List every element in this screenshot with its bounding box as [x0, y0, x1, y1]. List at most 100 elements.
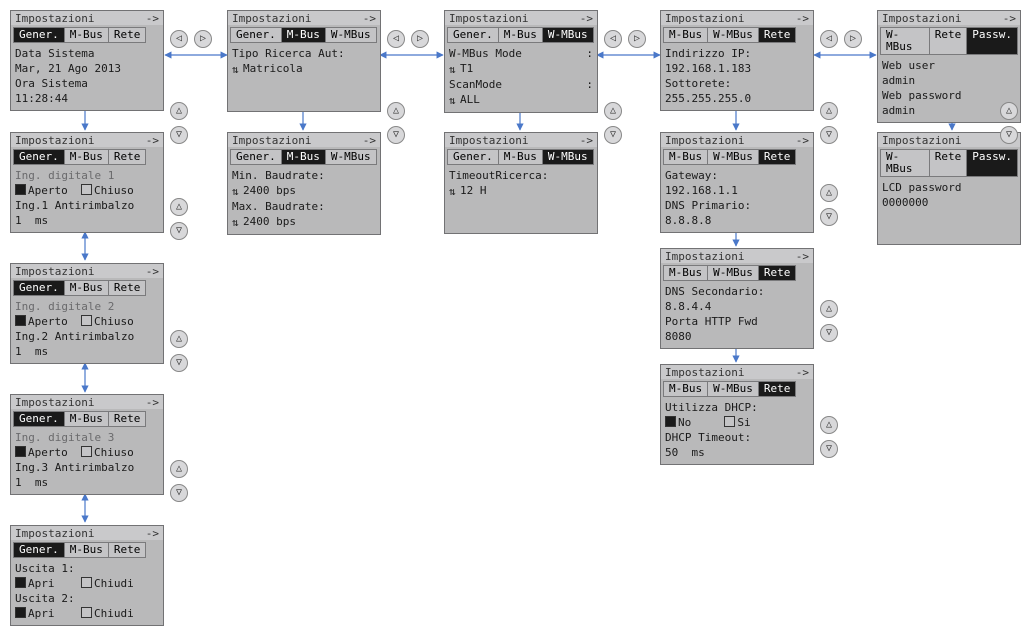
nav-up-button[interactable]: △	[170, 460, 188, 478]
tab-wmbus[interactable]: W-MBus	[326, 149, 377, 165]
tab-gener[interactable]: Gener.	[13, 149, 65, 165]
tab-rete[interactable]: Rete	[759, 265, 797, 281]
tab-gener[interactable]: Gener.	[13, 411, 65, 427]
nav-right-button[interactable]: ▷	[411, 30, 429, 48]
tab-mbus[interactable]: M-Bus	[282, 149, 326, 165]
nav-left-button[interactable]: ◁	[604, 30, 622, 48]
nav-down-button[interactable]: ▽	[820, 126, 838, 144]
nav-down-button[interactable]: ▽	[1000, 126, 1018, 144]
tab-rete[interactable]: Rete	[109, 149, 147, 165]
nav-down-button[interactable]: ▽	[170, 354, 188, 372]
value-indirizzo-ip[interactable]: 192.168.1.183	[663, 61, 811, 76]
nav-right-button[interactable]: ▷	[194, 30, 212, 48]
nav-down-button[interactable]: ▽	[820, 208, 838, 226]
tab-gener[interactable]: Gener.	[230, 27, 282, 43]
value-porta-http[interactable]: 8080	[663, 329, 811, 344]
nav-up-button[interactable]: △	[170, 102, 188, 120]
nav-right-button[interactable]: ▷	[844, 30, 862, 48]
nav-right-button[interactable]: ▷	[628, 30, 646, 48]
nav-up-button[interactable]: △	[170, 330, 188, 348]
nav-up-button[interactable]: △	[1000, 102, 1018, 120]
tabbar[interactable]: Gener. M-Bus Rete	[13, 27, 161, 43]
value-gateway[interactable]: 192.168.1.1	[663, 183, 811, 198]
nav-up-button[interactable]: △	[820, 184, 838, 202]
tab-wmbus[interactable]: W-MBus	[880, 149, 930, 177]
tab-wmbus[interactable]: W-MBus	[880, 27, 930, 55]
tab-rete[interactable]: Rete	[759, 149, 797, 165]
value-timeout-ricerca[interactable]: ⇅12 H	[447, 183, 595, 199]
value-ing2-antirimbalzo[interactable]: 1 ms	[13, 344, 161, 359]
tab-mbus[interactable]: M-Bus	[65, 149, 109, 165]
row-uscita1[interactable]: Apri Chiudi	[13, 576, 161, 591]
tab-gener[interactable]: Gener.	[447, 27, 499, 43]
tab-wmbus[interactable]: W-MBus	[543, 149, 594, 165]
tab-passw[interactable]: Passw.	[967, 27, 1018, 55]
tab-mbus[interactable]: M-Bus	[663, 381, 708, 397]
tab-mbus[interactable]: M-Bus	[663, 265, 708, 281]
nav-down-button[interactable]: ▽	[820, 440, 838, 458]
value-ing1-antirimbalzo[interactable]: 1 ms	[13, 213, 161, 228]
tab-mbus[interactable]: M-Bus	[663, 149, 708, 165]
value-max-baud[interactable]: ⇅2400 bps	[230, 214, 378, 230]
row-ing3-state[interactable]: Aperto Chiuso	[13, 445, 161, 460]
tab-rete[interactable]: Rete	[759, 381, 797, 397]
tab-wmbus[interactable]: W-MBus	[708, 381, 759, 397]
row-dhcp[interactable]: No Si	[663, 415, 811, 430]
tab-wmbus[interactable]: W-MBus	[708, 149, 759, 165]
nav-down-button[interactable]: ▽	[387, 126, 405, 144]
tab-gener[interactable]: Gener.	[13, 542, 65, 558]
value-scanmode[interactable]: ⇅ALL	[447, 92, 595, 108]
value-dns-secondario[interactable]: 8.8.4.4	[663, 299, 811, 314]
value-sottorete[interactable]: 255.255.255.0	[663, 91, 811, 106]
tab-gener[interactable]: Gener.	[447, 149, 499, 165]
tab-mbus[interactable]: M-Bus	[65, 27, 109, 43]
value-dhcp-timeout[interactable]: 50 ms	[663, 445, 811, 460]
nav-left-button[interactable]: ◁	[387, 30, 405, 48]
tab-mbus[interactable]: M-Bus	[65, 411, 109, 427]
tab-wmbus[interactable]: W-MBus	[708, 27, 759, 43]
nav-up-button[interactable]: △	[170, 198, 188, 216]
tab-rete[interactable]: Rete	[109, 27, 147, 43]
tab-passw[interactable]: Passw.	[967, 149, 1018, 177]
nav-left-button[interactable]: ◁	[820, 30, 838, 48]
row-ing2-state[interactable]: Aperto Chiuso	[13, 314, 161, 329]
nav-up-button[interactable]: △	[604, 102, 622, 120]
nav-up-button[interactable]: △	[820, 102, 838, 120]
tab-rete[interactable]: Rete	[930, 27, 968, 55]
nav-down-button[interactable]: ▽	[604, 126, 622, 144]
tab-mbus[interactable]: M-Bus	[65, 280, 109, 296]
value-lcd-password[interactable]: 0000000	[880, 195, 1018, 210]
value-dns-primario[interactable]: 8.8.8.8	[663, 213, 811, 228]
value-data-sistema[interactable]: Mar, 21 Ago 2013	[13, 61, 161, 76]
value-min-baud[interactable]: ⇅2400 bps	[230, 183, 378, 199]
nav-up-button[interactable]: △	[387, 102, 405, 120]
row-uscita2[interactable]: Apri Chiudi	[13, 606, 161, 621]
nav-up-button[interactable]: △	[820, 300, 838, 318]
value-ing3-antirimbalzo[interactable]: 1 ms	[13, 475, 161, 490]
tab-rete[interactable]: Rete	[109, 280, 147, 296]
tab-wmbus[interactable]: W-MBus	[326, 27, 377, 43]
tab-rete[interactable]: Rete	[109, 542, 147, 558]
tab-rete[interactable]: Rete	[930, 149, 968, 177]
tab-wmbus[interactable]: W-MBus	[708, 265, 759, 281]
tab-mbus[interactable]: M-Bus	[663, 27, 708, 43]
value-wmbus-mode[interactable]: ⇅T1	[447, 61, 595, 77]
tab-gener[interactable]: Gener.	[13, 27, 65, 43]
value-ora-sistema[interactable]: 11:28:44	[13, 91, 161, 106]
tab-gener[interactable]: Gener.	[13, 280, 65, 296]
tab-rete[interactable]: Rete	[109, 411, 147, 427]
tab-mbus[interactable]: M-Bus	[65, 542, 109, 558]
nav-up-button[interactable]: △	[820, 416, 838, 434]
value-web-user[interactable]: admin	[880, 73, 1018, 88]
row-ing1-state[interactable]: Aperto Chiuso	[13, 183, 161, 198]
nav-down-button[interactable]: ▽	[170, 222, 188, 240]
tab-mbus[interactable]: M-Bus	[499, 27, 543, 43]
tab-gener[interactable]: Gener.	[230, 149, 282, 165]
nav-down-button[interactable]: ▽	[170, 484, 188, 502]
tab-mbus[interactable]: M-Bus	[282, 27, 326, 43]
nav-left-button[interactable]: ◁	[170, 30, 188, 48]
tab-mbus[interactable]: M-Bus	[499, 149, 543, 165]
value-web-password[interactable]: admin	[880, 103, 1018, 118]
nav-down-button[interactable]: ▽	[820, 324, 838, 342]
tab-wmbus[interactable]: W-MBus	[543, 27, 594, 43]
